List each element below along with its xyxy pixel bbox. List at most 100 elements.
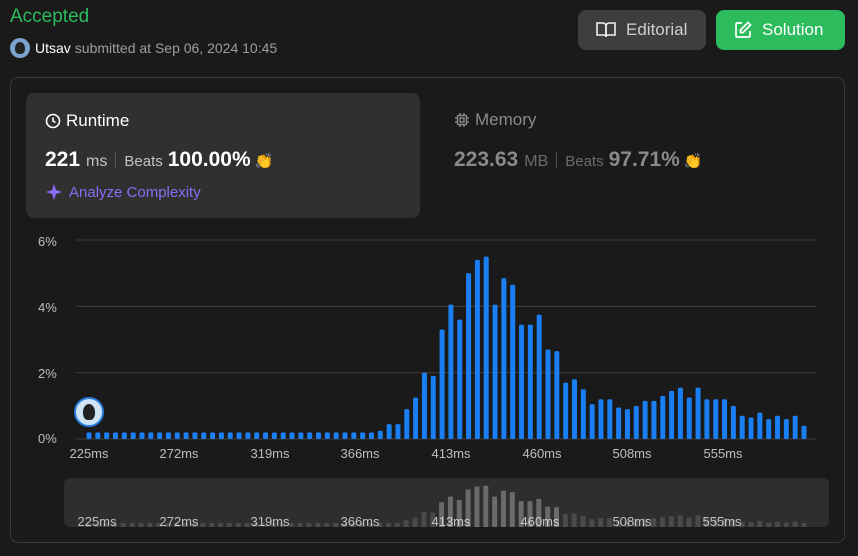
chart-bar[interactable]: [607, 399, 613, 439]
chart-bar[interactable]: [421, 372, 427, 439]
chart-bar[interactable]: [324, 432, 330, 439]
chart-bar[interactable]: [616, 407, 622, 439]
chart-bar[interactable]: [157, 432, 163, 439]
chart-bar[interactable]: [360, 432, 366, 439]
chart-bar[interactable]: [404, 409, 410, 439]
chart-bar[interactable]: [598, 399, 604, 439]
chart-bar[interactable]: [254, 432, 260, 439]
chart-bar[interactable]: [316, 432, 322, 439]
chart-bar[interactable]: [112, 432, 118, 439]
chart-bar[interactable]: [104, 432, 110, 439]
chart-bar[interactable]: [713, 399, 719, 439]
chart-bar[interactable]: [377, 430, 383, 439]
chart-bar[interactable]: [704, 399, 710, 439]
chart-bar[interactable]: [210, 432, 216, 439]
chart-bar[interactable]: [245, 432, 251, 439]
chart-bar[interactable]: [457, 319, 463, 439]
minimap-bar: [660, 517, 666, 527]
chart-bar[interactable]: [589, 404, 595, 440]
chart-bar[interactable]: [519, 324, 525, 439]
chart-bar[interactable]: [307, 432, 313, 439]
chart-bar[interactable]: [554, 351, 560, 439]
chart-bar[interactable]: [342, 432, 348, 439]
your-submission-marker[interactable]: [74, 397, 104, 427]
chart-bar[interactable]: [580, 389, 586, 439]
chart-bar[interactable]: [722, 399, 728, 439]
chart-bar[interactable]: [165, 432, 171, 439]
chart-bar[interactable]: [183, 432, 189, 439]
chart-bar[interactable]: [466, 273, 472, 439]
chart-bar[interactable]: [536, 314, 542, 440]
chart-bar[interactable]: [483, 256, 489, 439]
minimap-bar: [324, 523, 330, 527]
minimap-bar: [562, 514, 568, 527]
chart-bar[interactable]: [86, 432, 92, 439]
chart-bar[interactable]: [218, 432, 224, 439]
minimap-bar: [783, 522, 789, 527]
chart-bar[interactable]: [263, 432, 269, 439]
chart-bar[interactable]: [492, 304, 498, 439]
runtime-distribution-chart[interactable]: [0, 0, 858, 556]
chart-bar[interactable]: [130, 432, 136, 439]
chart-bar[interactable]: [430, 375, 436, 439]
chart-bar[interactable]: [236, 432, 242, 439]
chart-bar[interactable]: [95, 432, 101, 439]
chart-bar[interactable]: [386, 424, 392, 439]
chart-bar[interactable]: [448, 304, 454, 439]
chart-bar[interactable]: [333, 432, 339, 439]
chart-bar[interactable]: [633, 405, 639, 439]
chart-bar[interactable]: [624, 409, 630, 439]
chart-bar[interactable]: [192, 432, 198, 439]
chart-bar[interactable]: [201, 432, 207, 439]
chart-bar[interactable]: [669, 390, 675, 439]
chart-bar[interactable]: [748, 417, 754, 439]
chart-bar[interactable]: [563, 382, 569, 439]
chart-bar[interactable]: [439, 329, 445, 439]
chart-bar[interactable]: [289, 432, 295, 439]
chart-bar[interactable]: [148, 432, 154, 439]
chart-bar[interactable]: [510, 284, 516, 439]
minimap-bar: [333, 523, 339, 527]
minimap-bar: [200, 523, 206, 527]
x-tick-label: 319ms: [250, 446, 290, 461]
chart-bar[interactable]: [395, 424, 401, 439]
chart-bar[interactable]: [695, 387, 701, 439]
chart-bar[interactable]: [757, 412, 763, 439]
chart-bar[interactable]: [545, 349, 551, 439]
chart-bar[interactable]: [801, 425, 807, 439]
chart-bar[interactable]: [766, 419, 772, 439]
chart-bar[interactable]: [121, 432, 127, 439]
chart-bar[interactable]: [651, 400, 657, 439]
chart-bar[interactable]: [677, 387, 683, 439]
x-tick-label: 460ms: [522, 446, 562, 461]
chart-bar[interactable]: [739, 415, 745, 439]
chart-bar[interactable]: [174, 432, 180, 439]
chart-bar[interactable]: [139, 432, 145, 439]
chart-bar[interactable]: [660, 395, 666, 439]
chart-bar[interactable]: [298, 432, 304, 439]
minimap-bar: [315, 523, 321, 527]
chart-bar[interactable]: [501, 278, 507, 439]
minimap-bar: [651, 518, 657, 527]
chart-bar[interactable]: [686, 397, 692, 439]
chart-bar[interactable]: [642, 400, 648, 439]
chart-bar[interactable]: [280, 432, 286, 439]
chart-bar[interactable]: [227, 432, 233, 439]
chart-bar[interactable]: [571, 379, 577, 439]
chart-bar[interactable]: [413, 397, 419, 439]
minimap-bar: [792, 521, 798, 527]
minimap-tick-label: 555ms: [702, 514, 742, 529]
chart-bar[interactable]: [730, 405, 736, 439]
chart-bar[interactable]: [474, 259, 480, 439]
chart-bar[interactable]: [775, 415, 781, 439]
minimap-tick-label: 460ms: [520, 514, 560, 529]
chart-bar[interactable]: [783, 419, 789, 439]
minimap-bar: [686, 517, 692, 527]
x-tick-label: 366ms: [340, 446, 380, 461]
chart-bar[interactable]: [271, 432, 277, 439]
chart-bar[interactable]: [368, 432, 374, 439]
chart-bar[interactable]: [527, 324, 533, 439]
chart-bar[interactable]: [792, 415, 798, 439]
x-tick-label: 225ms: [69, 446, 109, 461]
chart-bar[interactable]: [351, 432, 357, 439]
